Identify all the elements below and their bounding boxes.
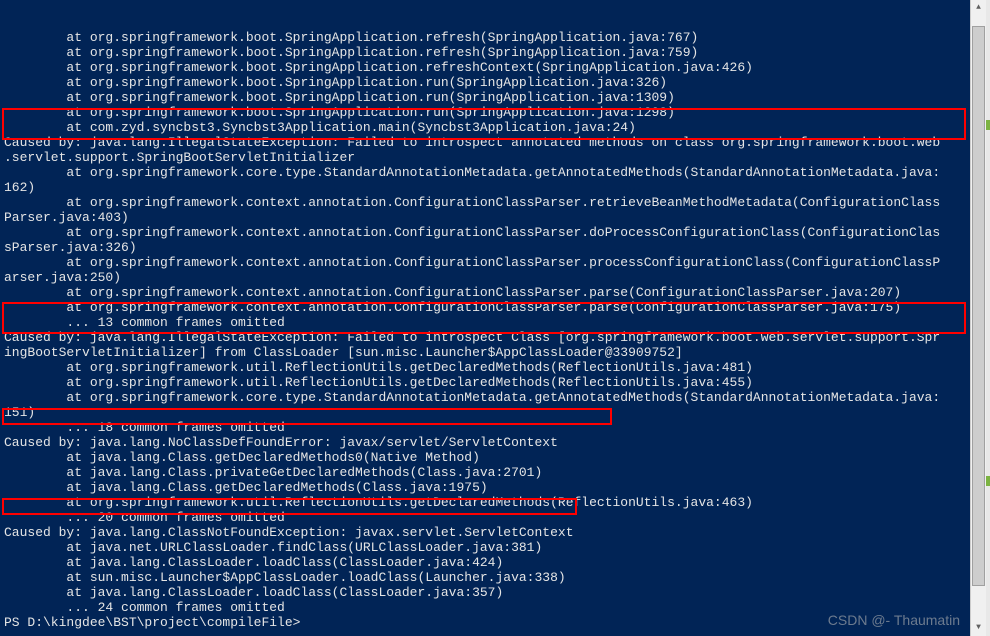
terminal-line: arser.java:250): [4, 270, 966, 285]
terminal-line: at org.springframework.boot.SpringApplic…: [4, 90, 966, 105]
terminal-line: at org.springframework.util.ReflectionUt…: [4, 375, 966, 390]
vertical-scrollbar[interactable]: ▲ ▼: [970, 0, 986, 636]
terminal-line: 162): [4, 180, 966, 195]
terminal-line: PS D:\kingdee\BST\project\compileFile>: [4, 615, 966, 630]
terminal-line: ... 24 common frames omitted: [4, 600, 966, 615]
terminal-line: at java.lang.Class.getDeclaredMethods0(N…: [4, 450, 966, 465]
terminal-line: Caused by: java.lang.IllegalStateExcepti…: [4, 135, 966, 150]
terminal-line: at org.springframework.util.ReflectionUt…: [4, 495, 966, 510]
terminal-line: 151): [4, 405, 966, 420]
terminal-line: at org.springframework.core.type.Standar…: [4, 390, 966, 405]
terminal-line: at org.springframework.util.ReflectionUt…: [4, 360, 966, 375]
terminal-line: at java.lang.ClassLoader.loadClass(Class…: [4, 555, 966, 570]
terminal-line: .servlet.support.SpringBootServletInitia…: [4, 150, 966, 165]
terminal-line: at org.springframework.context.annotatio…: [4, 195, 966, 210]
scrollbar-up-button[interactable]: ▲: [971, 0, 986, 16]
terminal-line: at java.net.URLClassLoader.findClass(URL…: [4, 540, 966, 555]
terminal-line: Caused by: java.lang.ClassNotFoundExcept…: [4, 525, 966, 540]
terminal-line: Caused by: java.lang.NoClassDefFoundErro…: [4, 435, 966, 450]
terminal-line: at org.springframework.context.annotatio…: [4, 300, 966, 315]
scrollbar-track[interactable]: [971, 16, 986, 620]
terminal-line: ... 20 common frames omitted: [4, 510, 966, 525]
terminal-output: at org.springframework.boot.SpringApplic…: [4, 30, 966, 630]
terminal-line: at java.lang.ClassLoader.loadClass(Class…: [4, 585, 966, 600]
terminal-line: at org.springframework.boot.SpringApplic…: [4, 45, 966, 60]
terminal-line: at java.lang.Class.getDeclaredMethods(Cl…: [4, 480, 966, 495]
scrollbar-down-button[interactable]: ▼: [971, 620, 986, 636]
terminal-line: at org.springframework.boot.SpringApplic…: [4, 60, 966, 75]
terminal-line: at org.springframework.boot.SpringApplic…: [4, 75, 966, 90]
terminal-line: at org.springframework.boot.SpringApplic…: [4, 105, 966, 120]
terminal-line: ... 18 common frames omitted: [4, 420, 966, 435]
terminal-line: at org.springframework.boot.SpringApplic…: [4, 30, 966, 45]
terminal-line: Parser.java:403): [4, 210, 966, 225]
terminal-line: Caused by: java.lang.IllegalStateExcepti…: [4, 330, 966, 345]
powershell-terminal[interactable]: at org.springframework.boot.SpringApplic…: [0, 0, 970, 636]
scrollbar-thumb[interactable]: [972, 26, 985, 586]
terminal-line: ... 13 common frames omitted: [4, 315, 966, 330]
terminal-line: at org.springframework.context.annotatio…: [4, 225, 966, 240]
terminal-line: ingBootServletInitializer] from ClassLoa…: [4, 345, 966, 360]
terminal-line: at java.lang.Class.privateGetDeclaredMet…: [4, 465, 966, 480]
terminal-line: at org.springframework.context.annotatio…: [4, 285, 966, 300]
terminal-line: sParser.java:326): [4, 240, 966, 255]
terminal-line: at sun.misc.Launcher$AppClassLoader.load…: [4, 570, 966, 585]
marker-indicator: [986, 120, 990, 130]
marker-indicator: [986, 476, 990, 486]
terminal-line: at org.springframework.context.annotatio…: [4, 255, 966, 270]
terminal-line: at org.springframework.core.type.Standar…: [4, 165, 966, 180]
terminal-line: at com.zyd.syncbst3.Syncbst3Application.…: [4, 120, 966, 135]
editor-marker-strip: [986, 0, 990, 636]
